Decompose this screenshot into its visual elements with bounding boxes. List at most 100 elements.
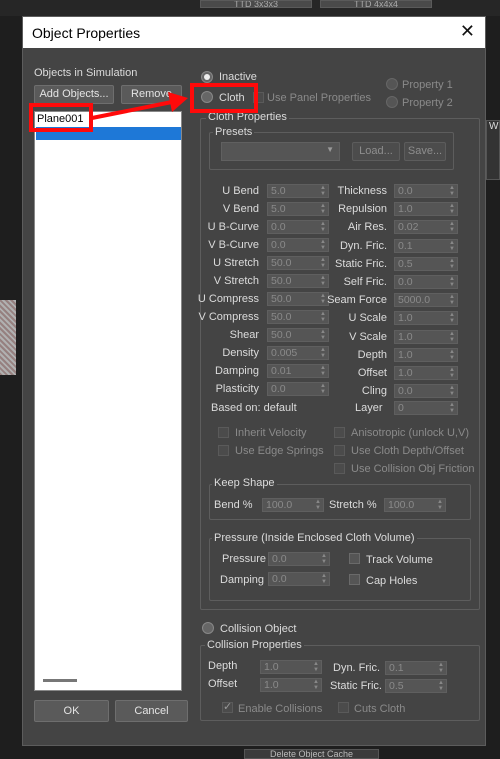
spinner-arrows-icon[interactable]: ▲ ▼	[319, 311, 327, 323]
bg-button-ttd4[interactable]: TTD 4x4x4	[320, 0, 432, 8]
left_params-spinner-10[interactable]: 0.01 ▲ ▼	[267, 364, 329, 378]
spinner-arrows-icon[interactable]: ▲ ▼	[314, 499, 322, 511]
close-icon[interactable]: ✕	[460, 22, 475, 40]
cuts-cloth-checkbox[interactable]	[338, 702, 349, 713]
spinner-arrows-icon[interactable]: ▲ ▼	[448, 276, 456, 288]
right_params-label-7: U Scale	[348, 312, 387, 325]
spinner-arrows-icon[interactable]: ▲ ▼	[320, 553, 328, 565]
list-scrollbar[interactable]	[43, 679, 77, 682]
load-preset-button[interactable]: Load...	[352, 142, 400, 161]
right_params-spinner-0[interactable]: 0.0 ▲ ▼	[394, 184, 458, 198]
spinner-arrows-icon[interactable]: ▲ ▼	[319, 185, 327, 197]
inactive-radio[interactable]	[201, 71, 213, 83]
right_params-spinner-11[interactable]: 0.0 ▲ ▼	[394, 384, 458, 399]
spinner-arrows-icon[interactable]: ▲ ▼	[437, 662, 445, 674]
bg-side-tab[interactable]: W	[486, 120, 500, 180]
spinner-arrows-icon[interactable]: ▲ ▼	[319, 239, 327, 251]
track-volume-checkbox[interactable]	[349, 553, 360, 564]
spinner-arrows-icon[interactable]: ▲ ▼	[436, 499, 444, 511]
cancel-button[interactable]: Cancel	[115, 700, 188, 722]
pressure-spinner[interactable]: 0.0 ▲ ▼	[268, 552, 330, 566]
spinner-arrows-icon[interactable]: ▲ ▼	[448, 402, 456, 414]
spinner-arrows-icon[interactable]: ▲ ▼	[448, 294, 456, 306]
spinner-arrows-icon[interactable]: ▲ ▼	[448, 349, 456, 361]
right_params-spinner-3[interactable]: 0.1 ▲ ▼	[394, 238, 458, 253]
collision-offset-spinner[interactable]: 1.0 ▲ ▼	[260, 678, 322, 692]
right_params-spinner-5[interactable]: 0.0 ▲ ▼	[394, 275, 458, 289]
enable-collisions-checkbox[interactable]	[222, 700, 233, 713]
left_params-spinner-1[interactable]: 5.0 ▲ ▼	[267, 202, 329, 216]
right_params-value-4: 0.5	[398, 257, 413, 270]
right_params-spinner-1[interactable]: 1.0 ▲ ▼	[394, 202, 458, 217]
property2-radio[interactable]	[386, 96, 398, 108]
collision-dyn-fric-spinner[interactable]: 0.1 ▲ ▼	[385, 661, 447, 675]
right_params-spinner-9[interactable]: 1.0 ▲ ▼	[394, 347, 458, 362]
left_params-spinner-0[interactable]: 5.0 ▲ ▼	[267, 184, 329, 198]
spinner-arrows-icon[interactable]: ▲ ▼	[448, 185, 456, 197]
bend-percent-spinner[interactable]: 100.0 ▲ ▼	[262, 498, 324, 512]
use-edge-springs-checkbox[interactable]	[218, 445, 229, 456]
collision-static-fric-spinner[interactable]: 0.5 ▲ ▼	[385, 679, 447, 693]
layer-spinner[interactable]: 0 ▲ ▼	[394, 401, 458, 415]
spinner-arrows-icon[interactable]: ▲ ▼	[312, 661, 320, 673]
cap-holes-checkbox[interactable]	[349, 574, 360, 585]
left_params-spinner-9[interactable]: 0.005 ▲ ▼	[267, 346, 329, 360]
presets-dropdown[interactable]: ▼	[221, 142, 340, 161]
left_params-value-10: 0.01	[271, 365, 292, 377]
collision-static-fric-label: Static Fric.	[330, 680, 382, 692]
spinner-arrows-icon[interactable]: ▲ ▼	[448, 240, 456, 252]
cap-holes-label: Cap Holes	[366, 575, 418, 587]
spinner-arrows-icon[interactable]: ▲ ▼	[448, 221, 456, 233]
property1-radio[interactable]	[386, 78, 398, 90]
left_params-spinner-7[interactable]: 50.0 ▲ ▼	[267, 310, 329, 324]
spinner-arrows-icon[interactable]: ▲ ▼	[448, 367, 456, 379]
bg-button-ttd3[interactable]: TTD 3x3x3	[200, 0, 312, 8]
use-cloth-depth-checkbox[interactable]	[334, 445, 345, 456]
spinner-arrows-icon[interactable]: ▲ ▼	[319, 257, 327, 269]
spinner-arrows-icon[interactable]: ▲ ▼	[312, 679, 320, 691]
spinner-arrows-icon[interactable]: ▲ ▼	[448, 331, 456, 343]
right_params-spinner-4[interactable]: 0.5 ▲ ▼	[394, 256, 458, 271]
spinner-arrows-icon[interactable]: ▲ ▼	[319, 203, 327, 215]
objects-list[interactable]: Plane001	[34, 111, 182, 691]
left_params-spinner-2[interactable]: 0.0 ▲ ▼	[267, 220, 329, 234]
bg-delete-cache-button[interactable]: Delete Object Cache	[244, 749, 379, 759]
spinner-arrows-icon[interactable]: ▲ ▼	[319, 221, 327, 233]
collision-depth-label: Depth	[208, 660, 238, 672]
right_params-spinner-2[interactable]: 0.02 ▲ ▼	[394, 220, 458, 235]
spinner-arrows-icon[interactable]: ▲ ▼	[448, 312, 456, 324]
right_params-spinner-8[interactable]: 1.0 ▲ ▼	[394, 329, 458, 344]
ok-button[interactable]: OK	[34, 700, 109, 722]
spinner-arrows-icon[interactable]: ▲ ▼	[448, 258, 456, 270]
spinner-arrows-icon[interactable]: ▲ ▼	[319, 293, 327, 305]
right_params-spinner-10[interactable]: 1.0 ▲ ▼	[394, 366, 458, 380]
anisotropic-checkbox[interactable]	[334, 427, 345, 438]
right_params-spinner-6[interactable]: 5000.0 ▲ ▼	[394, 293, 458, 308]
use-collision-friction-checkbox[interactable]	[334, 463, 345, 474]
spinner-arrows-icon[interactable]: ▲ ▼	[319, 275, 327, 287]
stretch-percent-spinner[interactable]: 100.0 ▲ ▼	[384, 498, 446, 512]
save-preset-button[interactable]: Save...	[404, 142, 446, 161]
spinner-arrows-icon[interactable]: ▲ ▼	[319, 365, 327, 377]
right_params-spinner-7[interactable]: 1.0 ▲ ▼	[394, 311, 458, 326]
spinner-arrows-icon[interactable]: ▲ ▼	[437, 680, 445, 692]
chevron-down-icon: ▼	[326, 145, 334, 154]
spinner-arrows-icon[interactable]: ▲ ▼	[320, 573, 328, 585]
spinner-arrows-icon[interactable]: ▲ ▼	[448, 203, 456, 215]
left_params-spinner-3[interactable]: 0.0 ▲ ▼	[267, 238, 329, 252]
left_params-spinner-8[interactable]: 50.0 ▲ ▼	[267, 328, 329, 342]
left_params-label-5: V Stretch	[213, 275, 259, 287]
left_params-spinner-5[interactable]: 50.0 ▲ ▼	[267, 274, 329, 288]
spinner-arrows-icon[interactable]: ▲ ▼	[319, 383, 327, 395]
right_params-value-8: 1.0	[398, 330, 413, 343]
spinner-arrows-icon[interactable]: ▲ ▼	[319, 329, 327, 341]
collision-object-radio[interactable]	[202, 622, 214, 634]
collision-depth-spinner[interactable]: 1.0 ▲ ▼	[260, 660, 322, 674]
left_params-spinner-11[interactable]: 0.0 ▲ ▼	[267, 382, 329, 396]
left_params-spinner-4[interactable]: 50.0 ▲ ▼	[267, 256, 329, 270]
pressure-damping-spinner[interactable]: 0.0 ▲ ▼	[268, 572, 330, 586]
left_params-spinner-6[interactable]: 50.0 ▲ ▼	[267, 292, 329, 306]
spinner-arrows-icon[interactable]: ▲ ▼	[448, 385, 456, 397]
spinner-arrows-icon[interactable]: ▲ ▼	[319, 347, 327, 359]
inherit-velocity-checkbox[interactable]	[218, 427, 229, 438]
